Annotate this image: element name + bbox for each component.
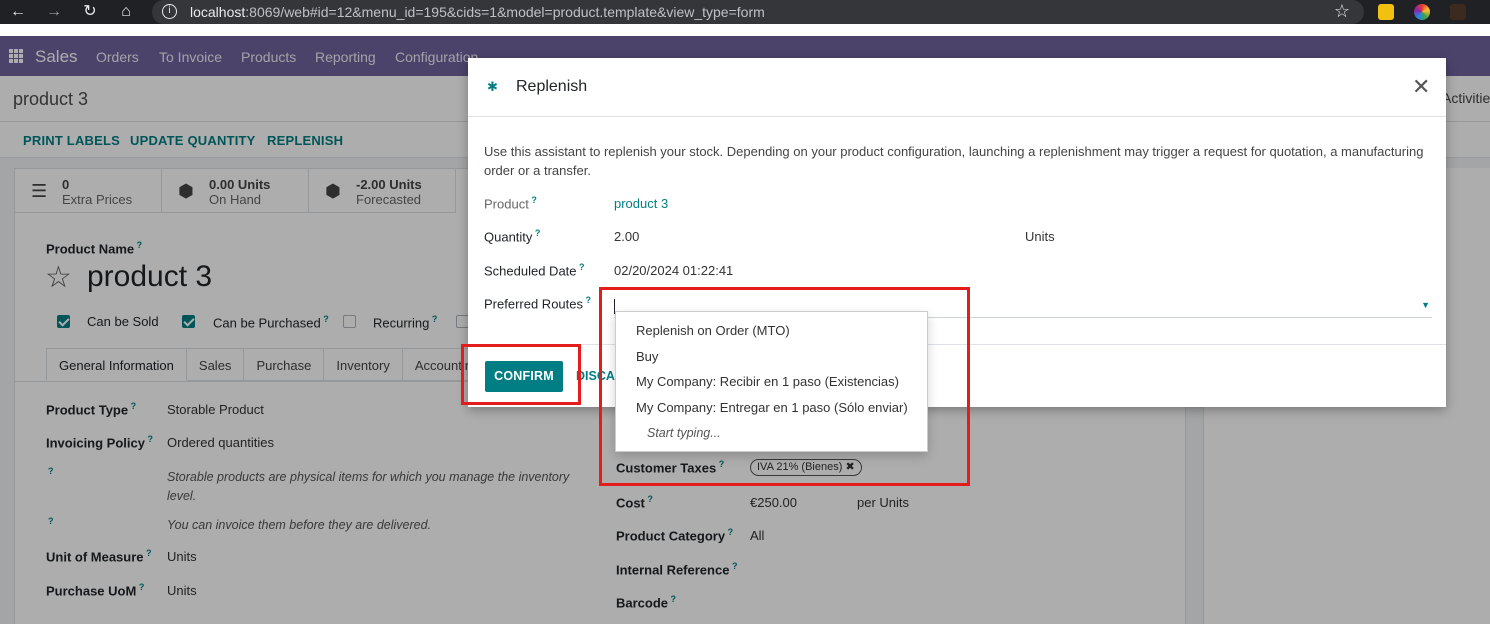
extension-lightbulb-icon[interactable] [1378, 4, 1394, 20]
extension-colorwheel-icon[interactable] [1414, 4, 1430, 20]
address-bar[interactable]: i localhost:8069/web#id=12&menu_id=195&c… [152, 0, 1364, 24]
bookmark-star-icon[interactable]: ☆ [1334, 1, 1350, 22]
dialog-title: Replenish [516, 78, 588, 95]
quantity-uom: Units [1025, 229, 1055, 244]
reload-icon[interactable]: ↻ [80, 2, 100, 22]
home-icon[interactable]: ⌂ [116, 2, 136, 22]
extension-c-icon[interactable] [1450, 4, 1466, 20]
annotation-routes-highlight [599, 287, 970, 486]
annotation-confirm-highlight [461, 344, 581, 405]
scheduled-date-field[interactable]: 02/20/2024 01:22:41 [614, 263, 733, 278]
browser-toolbar: ← → ↻ ⌂ i localhost:8069/web#id=12&menu_… [0, 0, 1490, 24]
dialog-intro: Use this assistant to replenish your sto… [484, 144, 1424, 178]
bug-icon: ✱ [487, 79, 498, 94]
product-field[interactable]: product 3 [614, 196, 668, 211]
quantity-label: Quantity ? [484, 228, 541, 245]
preferred-routes-label: Preferred Routes ? [484, 295, 591, 312]
scheduled-date-label: Scheduled Date ? [484, 262, 585, 279]
dialog-header: ✱ Replenish ✕ [468, 58, 1446, 117]
forward-icon[interactable]: → [44, 2, 64, 22]
product-label: Product ? [484, 195, 537, 212]
chevron-down-icon[interactable]: ▼ [1421, 300, 1430, 310]
quantity-field[interactable]: 2.00 [614, 229, 639, 244]
site-info-icon[interactable]: i [162, 4, 177, 19]
close-icon[interactable]: ✕ [1412, 74, 1430, 100]
back-icon[interactable]: ← [8, 2, 28, 22]
url-text[interactable]: localhost:8069/web#id=12&menu_id=195&cid… [190, 4, 765, 20]
